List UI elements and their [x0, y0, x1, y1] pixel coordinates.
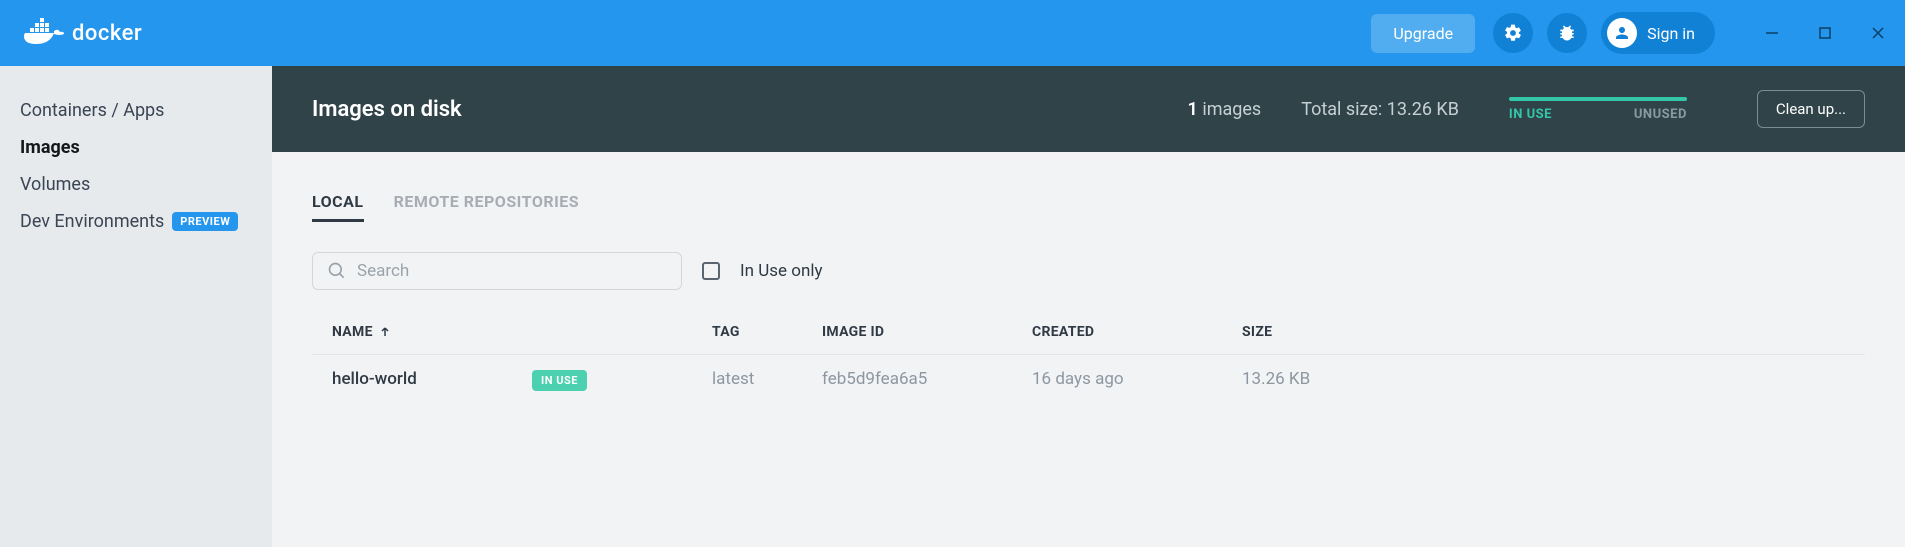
main-content: Images on disk 1 images Total size: 13.2… — [272, 66, 1905, 547]
preview-badge: PREVIEW — [172, 212, 238, 231]
cell-created: 16 days ago — [1032, 369, 1242, 389]
sort-asc-icon — [379, 326, 391, 338]
inuse-badge: IN USE — [532, 370, 587, 391]
minimize-button[interactable] — [1765, 26, 1779, 40]
col-tag[interactable]: TAG — [712, 324, 822, 340]
troubleshoot-button[interactable] — [1547, 13, 1587, 53]
disk-header: Images on disk 1 images Total size: 13.2… — [272, 66, 1905, 152]
titlebar: docker Upgrade Sign in — [0, 0, 1905, 66]
cell-image-id: feb5d9fea6a5 — [822, 369, 1032, 389]
total-size: Total size: 13.26 KB — [1301, 99, 1459, 120]
usage-bar — [1509, 97, 1687, 101]
close-button[interactable] — [1871, 26, 1885, 40]
search-box[interactable] — [312, 252, 682, 290]
col-name[interactable]: NAME — [332, 324, 532, 340]
brand-text: docker — [72, 21, 142, 46]
search-input[interactable] — [357, 261, 667, 281]
table-header: NAME TAG IMAGE ID CREATED SIZE — [312, 310, 1865, 354]
inuse-only-label: In Use only — [740, 261, 823, 281]
gear-icon — [1503, 23, 1523, 43]
whale-icon — [24, 18, 66, 48]
image-count: 1 images — [1188, 99, 1262, 120]
sidebar-item-dev-environments[interactable]: Dev Environments PREVIEW — [20, 203, 252, 240]
usage-meter: IN USE UNUSED — [1509, 97, 1687, 122]
tab-remote[interactable]: REMOTE REPOSITORIES — [394, 192, 580, 222]
images-table: NAME TAG IMAGE ID CREATED SIZE hello-wor… — [272, 310, 1905, 403]
bug-icon — [1557, 23, 1577, 43]
maximize-button[interactable] — [1819, 27, 1831, 39]
col-size[interactable]: SIZE — [1242, 324, 1845, 340]
usage-inuse-label: IN USE — [1509, 107, 1552, 122]
cell-size: 13.26 KB — [1242, 369, 1845, 389]
table-row[interactable]: hello-world IN USE latest feb5d9fea6a5 1… — [312, 354, 1865, 403]
cleanup-button[interactable]: Clean up... — [1757, 90, 1865, 128]
sidebar-item-volumes[interactable]: Volumes — [20, 166, 252, 203]
filter-row: In Use only — [272, 222, 1905, 310]
tabs: LOCAL REMOTE REPOSITORIES — [272, 152, 1905, 222]
upgrade-button[interactable]: Upgrade — [1371, 14, 1475, 53]
signin-label: Sign in — [1647, 24, 1695, 43]
docker-logo: docker — [24, 18, 142, 48]
inuse-only-checkbox[interactable] — [702, 262, 720, 280]
search-icon — [327, 261, 347, 281]
usage-unused-label: UNUSED — [1634, 107, 1687, 122]
sidebar-item-images[interactable]: Images — [20, 129, 252, 166]
signin-button[interactable]: Sign in — [1601, 12, 1715, 54]
sidebar: Containers / Apps Images Volumes Dev Env… — [0, 66, 272, 547]
tab-local[interactable]: LOCAL — [312, 192, 364, 222]
page-title: Images on disk — [312, 97, 462, 122]
sidebar-item-containers[interactable]: Containers / Apps — [20, 92, 252, 129]
settings-button[interactable] — [1493, 13, 1533, 53]
cell-tag: latest — [712, 369, 822, 389]
cell-name: hello-world — [332, 369, 532, 389]
col-created[interactable]: CREATED — [1032, 324, 1242, 340]
avatar-icon — [1607, 18, 1637, 48]
window-controls — [1765, 26, 1885, 40]
col-image-id[interactable]: IMAGE ID — [822, 324, 1032, 340]
